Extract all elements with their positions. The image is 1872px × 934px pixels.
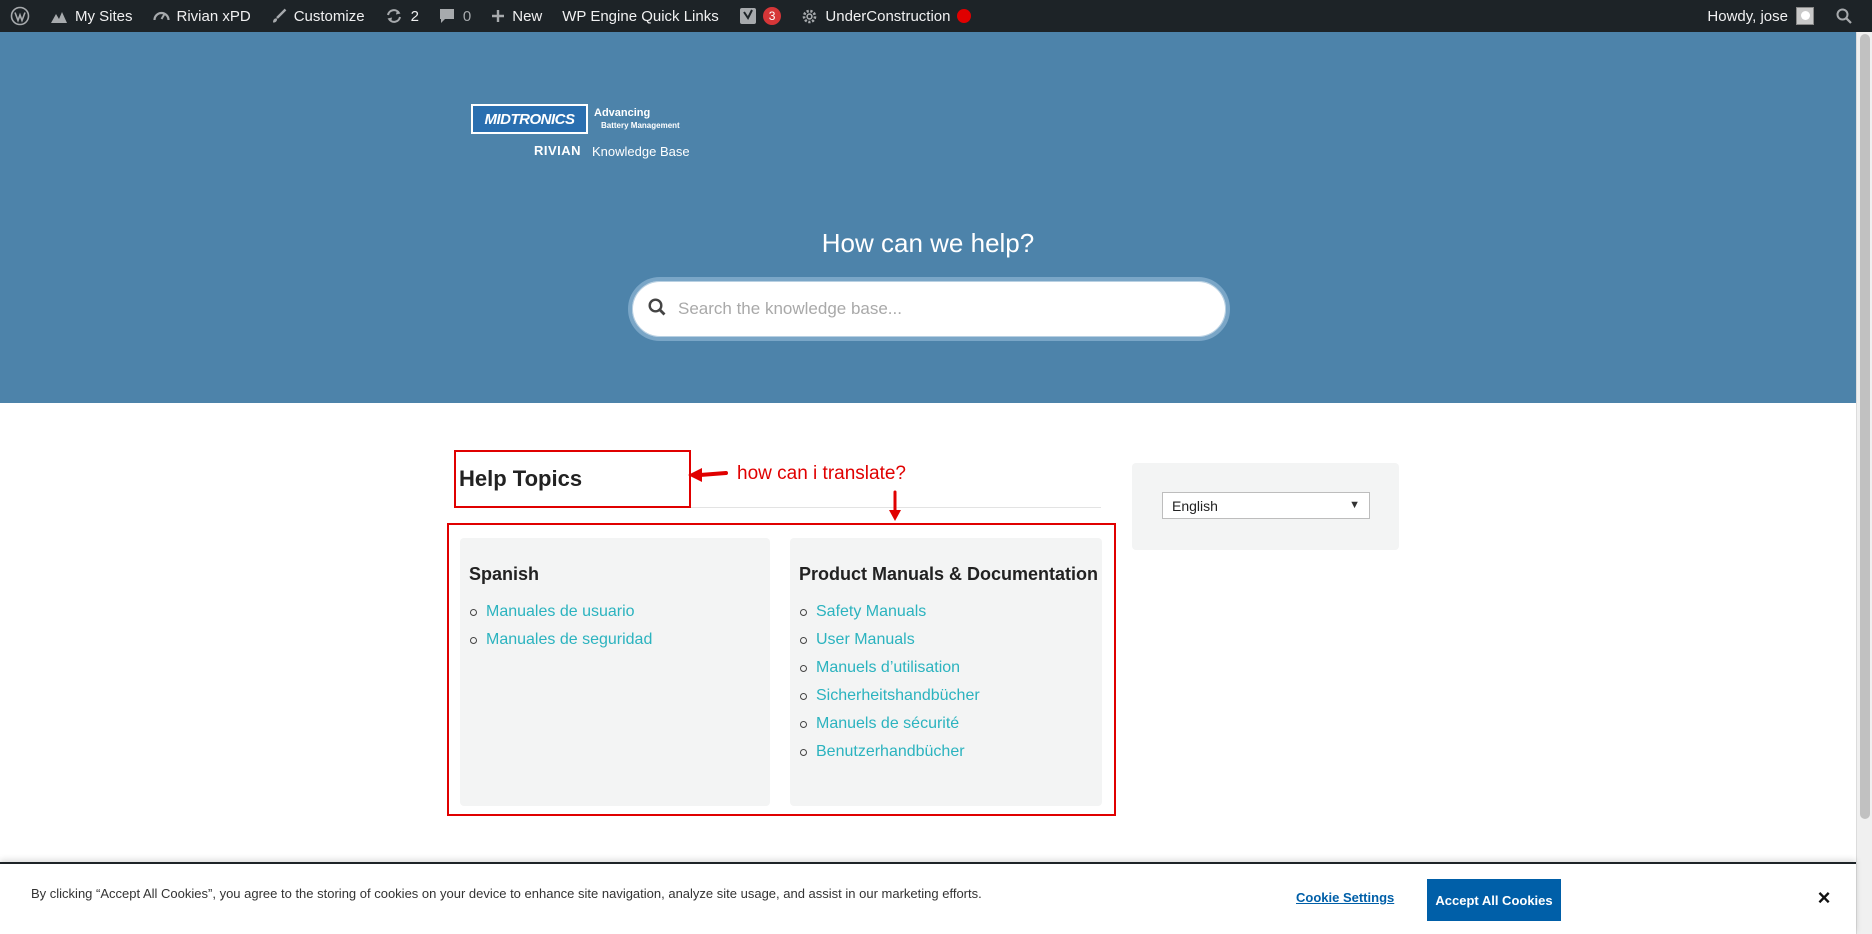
topic-card-product-manuals: Product Manuals & Documentation Safety M… <box>790 538 1102 806</box>
annotation-arrow-left-head <box>688 468 702 482</box>
topic-link[interactable]: User Manuals <box>800 626 980 654</box>
topic-link-label: Manuales de seguridad <box>486 631 653 648</box>
cookie-settings-button[interactable]: Cookie Settings <box>1296 890 1394 905</box>
hero-section: MIDTRONICS Advancing Battery Management … <box>0 32 1856 403</box>
topic-link[interactable]: Manuels d’utilisation <box>800 654 980 682</box>
bullet-icon <box>800 748 807 756</box>
search-icon <box>648 297 666 321</box>
yoast-badge: 3 <box>762 7 782 25</box>
status-dot <box>957 9 972 23</box>
bullet-icon <box>800 608 807 616</box>
annotation-arrow-down-head <box>889 510 901 521</box>
bullet-icon <box>800 692 807 700</box>
annotation-arrow-left <box>698 471 728 477</box>
midtronics-logo: MIDTRONICS <box>471 104 588 134</box>
new-label: New <box>512 7 543 25</box>
topic-link[interactable]: Benutzerhandbücher <box>800 738 980 766</box>
topic-link[interactable]: Manuales de seguridad <box>470 626 652 654</box>
hero-title: How can we help? <box>821 228 1035 258</box>
wordpress-menu[interactable] <box>0 0 40 32</box>
bullet-icon <box>800 636 807 644</box>
logo-tagline-2: Battery Management <box>601 121 680 130</box>
bullet-icon <box>470 636 477 644</box>
howdy-label: Howdy, jose <box>1707 7 1788 25</box>
bullet-icon <box>800 664 807 672</box>
search-input[interactable] <box>676 298 1176 320</box>
sidebar-widget: English ▼ <box>1132 463 1399 550</box>
help-topics-heading: Help Topics <box>459 466 583 491</box>
topic-link[interactable]: Manuels de sécurité <box>800 710 980 738</box>
topic-links: Manuales de usuario Manuales de segurida… <box>470 598 652 654</box>
updates-icon <box>385 8 403 24</box>
caret-down-icon: ▼ <box>1349 499 1360 511</box>
admin-bar: My Sites Rivian xPD Customize 2 0 New WP… <box>0 0 1872 32</box>
my-sites-icon <box>50 8 68 24</box>
comment-icon <box>439 8 455 24</box>
site-name-label: Rivian xPD <box>176 7 251 25</box>
under-construction-menu[interactable]: UnderConstruction <box>791 0 981 32</box>
plus-icon <box>491 9 505 23</box>
topic-link[interactable]: Manuales de usuario <box>470 598 652 626</box>
logo-section: Knowledge Base <box>592 144 690 159</box>
topic-link-label: Manuels de sécurité <box>816 715 960 732</box>
topic-link-label: Manuales de usuario <box>486 603 635 620</box>
quick-links-menu[interactable]: WP Engine Quick Links <box>552 0 728 32</box>
accept-all-cookies-button[interactable]: Accept All Cookies <box>1427 879 1561 921</box>
brush-icon <box>271 8 287 24</box>
site-name-menu[interactable]: Rivian xPD <box>143 0 261 32</box>
site-logo[interactable]: MIDTRONICS Advancing Battery Management … <box>471 74 691 164</box>
cookie-banner: By clicking “Accept All Cookies”, you ag… <box>0 862 1856 934</box>
topic-card-spanish: Spanish Manuales de usuario Manuales de … <box>460 538 770 806</box>
topic-link-label: Benutzerhandbücher <box>816 743 965 760</box>
avatar <box>1796 7 1814 25</box>
topic-link-label: User Manuals <box>816 631 915 648</box>
close-icon[interactable]: × <box>1814 887 1834 909</box>
updates-count: 2 <box>410 7 419 25</box>
customize-link[interactable]: Customize <box>261 0 375 32</box>
topic-link[interactable]: Safety Manuals <box>800 598 980 626</box>
search-icon[interactable] <box>1836 8 1852 24</box>
logo-tagline-1: Advancing <box>594 107 651 119</box>
my-sites-menu[interactable]: My Sites <box>40 0 143 32</box>
language-selected-value: English <box>1172 497 1218 514</box>
topic-link[interactable]: Sicherheitshandbücher <box>800 682 980 710</box>
quick-links-label: WP Engine Quick Links <box>562 7 719 25</box>
comments-count: 0 <box>462 7 472 25</box>
new-content-menu[interactable]: New <box>481 0 552 32</box>
bullet-icon <box>800 720 807 728</box>
yoast-menu[interactable]: 3 <box>729 0 792 32</box>
dashboard-icon <box>152 8 170 24</box>
language-select[interactable]: English ▼ <box>1162 492 1370 519</box>
gear-icon <box>801 8 818 25</box>
wordpress-icon <box>10 6 30 26</box>
knowledge-base-search[interactable] <box>628 277 1230 341</box>
logo-brand: MIDTRONICS <box>484 110 576 128</box>
updates-link[interactable]: 2 <box>375 0 429 32</box>
customize-label: Customize <box>293 7 365 25</box>
logo-partner: RIVIAN <box>534 143 582 158</box>
page-scrollbar[interactable] <box>1856 32 1872 934</box>
bullet-icon <box>470 608 477 616</box>
topic-link-label: Sicherheitshandbücher <box>816 687 980 704</box>
topic-link-label: Safety Manuals <box>816 603 927 620</box>
account-menu[interactable]: Howdy, jose <box>1707 0 1824 32</box>
topic-links: Safety Manuals User Manuals Manuels d’ut… <box>800 598 980 766</box>
cookie-text: By clicking “Accept All Cookies”, you ag… <box>31 886 982 901</box>
under-construction-label: UnderConstruction <box>825 7 951 25</box>
scrollbar-thumb[interactable] <box>1860 34 1870 819</box>
yoast-icon <box>739 7 757 25</box>
annotation-arrows <box>688 468 901 521</box>
comments-link[interactable]: 0 <box>429 0 481 32</box>
topic-link-label: Manuels d’utilisation <box>816 659 961 676</box>
topic-title: Spanish <box>469 564 540 584</box>
my-sites-label: My Sites <box>75 7 133 25</box>
admin-bar-right: Howdy, jose <box>1707 0 1872 32</box>
topic-title: Product Manuals & Documentation <box>799 564 1099 584</box>
